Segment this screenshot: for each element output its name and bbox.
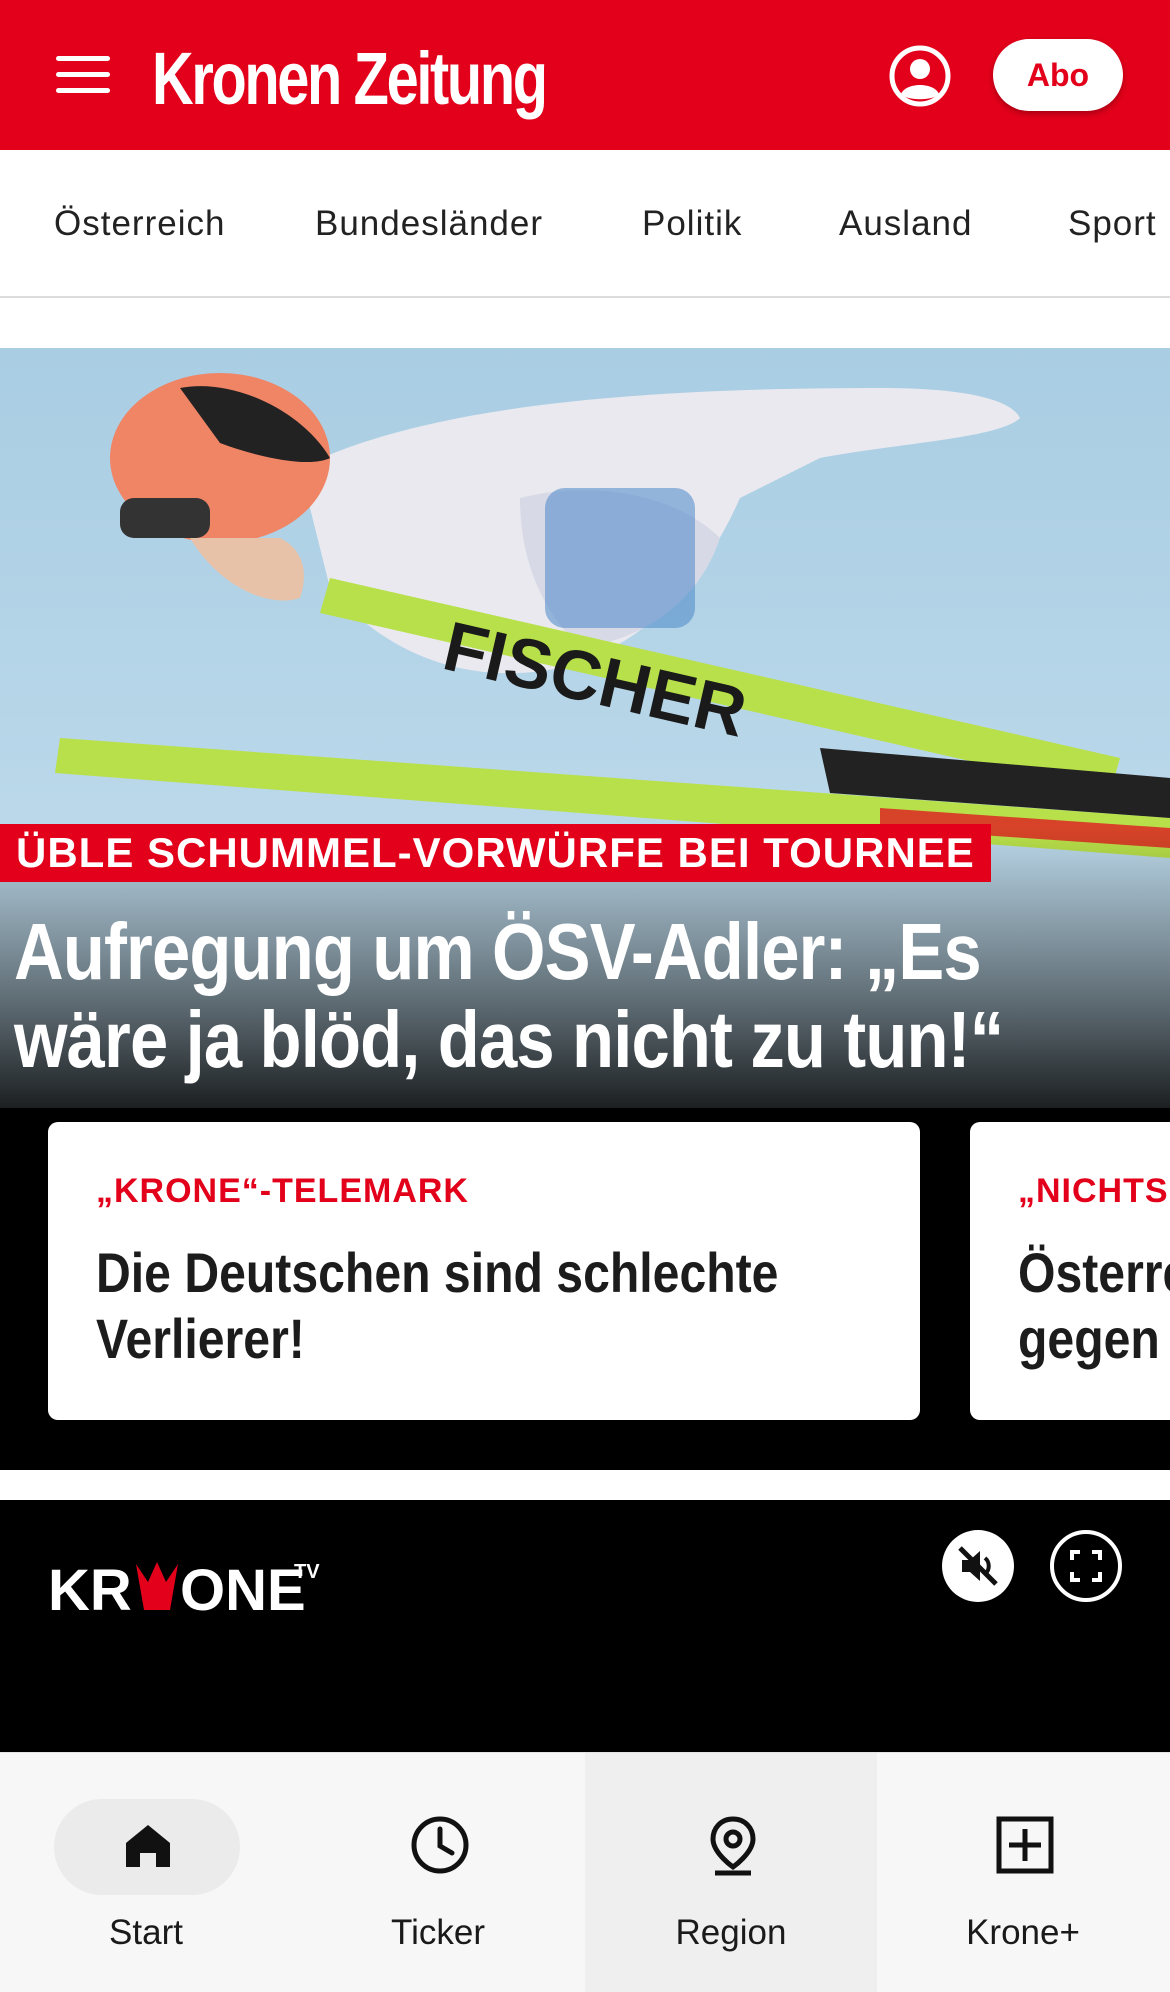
home-icon xyxy=(126,1825,170,1867)
bottom-navigation: Start Ticker Region Krone+ xyxy=(0,1752,1170,1992)
bottom-nav-label: Ticker xyxy=(391,1913,485,1952)
app-header: Kronen Zeitung Abo xyxy=(0,0,1170,150)
hero-headline[interactable]: Aufregung um ÖSV-Adler: „Es wäre ja blöd… xyxy=(14,908,1149,1084)
bottom-nav-krone-plus[interactable]: Krone+ xyxy=(877,1753,1169,1992)
nav-item-ausland[interactable]: Ausland xyxy=(839,150,972,296)
clock-icon xyxy=(411,1816,469,1874)
tv-logo-sup: TV xyxy=(294,1561,320,1583)
bottom-nav-label: Start xyxy=(109,1913,183,1952)
menu-icon[interactable] xyxy=(52,52,114,96)
nav-item-politik[interactable]: Politik xyxy=(642,150,742,296)
card-title-line-1: Österre xyxy=(1018,1241,1170,1304)
user-account-icon[interactable] xyxy=(888,44,952,108)
location-pin-icon xyxy=(710,1816,756,1876)
tv-logo-part-1: KR xyxy=(48,1558,132,1622)
site-logo[interactable]: Kronen Zeitung xyxy=(152,34,548,124)
abo-button[interactable]: Abo xyxy=(993,39,1123,111)
crown-icon xyxy=(136,1562,178,1610)
hero-kicker: ÜBLE SCHUMMEL-VORWÜRFE BEI TOURNEE xyxy=(0,824,991,882)
hero-article[interactable]: FISCHER ÜBLE SCHUMMEL-VORWÜRFE BEI TOURN… xyxy=(0,348,1170,1470)
card-title: Die Deutschen sind schlechte Verlierer! xyxy=(96,1240,870,1372)
bottom-nav-label: Krone+ xyxy=(966,1913,1080,1952)
bottom-nav-ticker[interactable]: Ticker xyxy=(292,1753,584,1992)
krone-tv-player[interactable]: KR ONE TV xyxy=(0,1500,1170,1752)
tv-logo-part-2: ONE xyxy=(180,1558,306,1622)
mute-icon xyxy=(958,1546,998,1586)
hero-headline-line-2: wäre ja blöd, das nicht zu tun!“ xyxy=(14,995,1004,1084)
fullscreen-icon xyxy=(1070,1550,1102,1582)
bottom-nav-region[interactable]: Region xyxy=(585,1753,877,1992)
card-kicker: „KRONE“-TELEMARK xyxy=(96,1172,469,1210)
fullscreen-button[interactable] xyxy=(1050,1530,1122,1602)
card-title-line-1: Die Deutschen sind schlechte xyxy=(96,1241,779,1304)
nav-item-sport[interactable]: Sport xyxy=(1068,150,1157,296)
mute-button[interactable] xyxy=(942,1530,1014,1602)
card-kicker: „NICHTS xyxy=(1018,1172,1169,1210)
hero-headline-line-1: Aufregung um ÖSV-Adler: „Es xyxy=(14,907,982,996)
related-article-card[interactable]: „NICHTS Österre gegen xyxy=(970,1122,1170,1420)
plus-box-icon xyxy=(996,1816,1054,1874)
category-nav: Österreich Bundesländer Politik Ausland … xyxy=(0,150,1170,298)
related-article-card[interactable]: „KRONE“-TELEMARK Die Deutschen sind schl… xyxy=(48,1122,920,1420)
bottom-nav-start[interactable]: Start xyxy=(0,1753,292,1992)
nav-item-bundeslaender[interactable]: Bundesländer xyxy=(315,150,543,296)
card-title-line-2: gegen xyxy=(1018,1307,1160,1370)
nav-item-oesterreich[interactable]: Österreich xyxy=(54,150,225,296)
bottom-nav-label: Region xyxy=(675,1913,787,1952)
card-title: Österre gegen xyxy=(1018,1240,1170,1372)
card-title-line-2: Verlierer! xyxy=(96,1307,305,1370)
krone-tv-logo: KR ONE TV xyxy=(48,1558,320,1622)
